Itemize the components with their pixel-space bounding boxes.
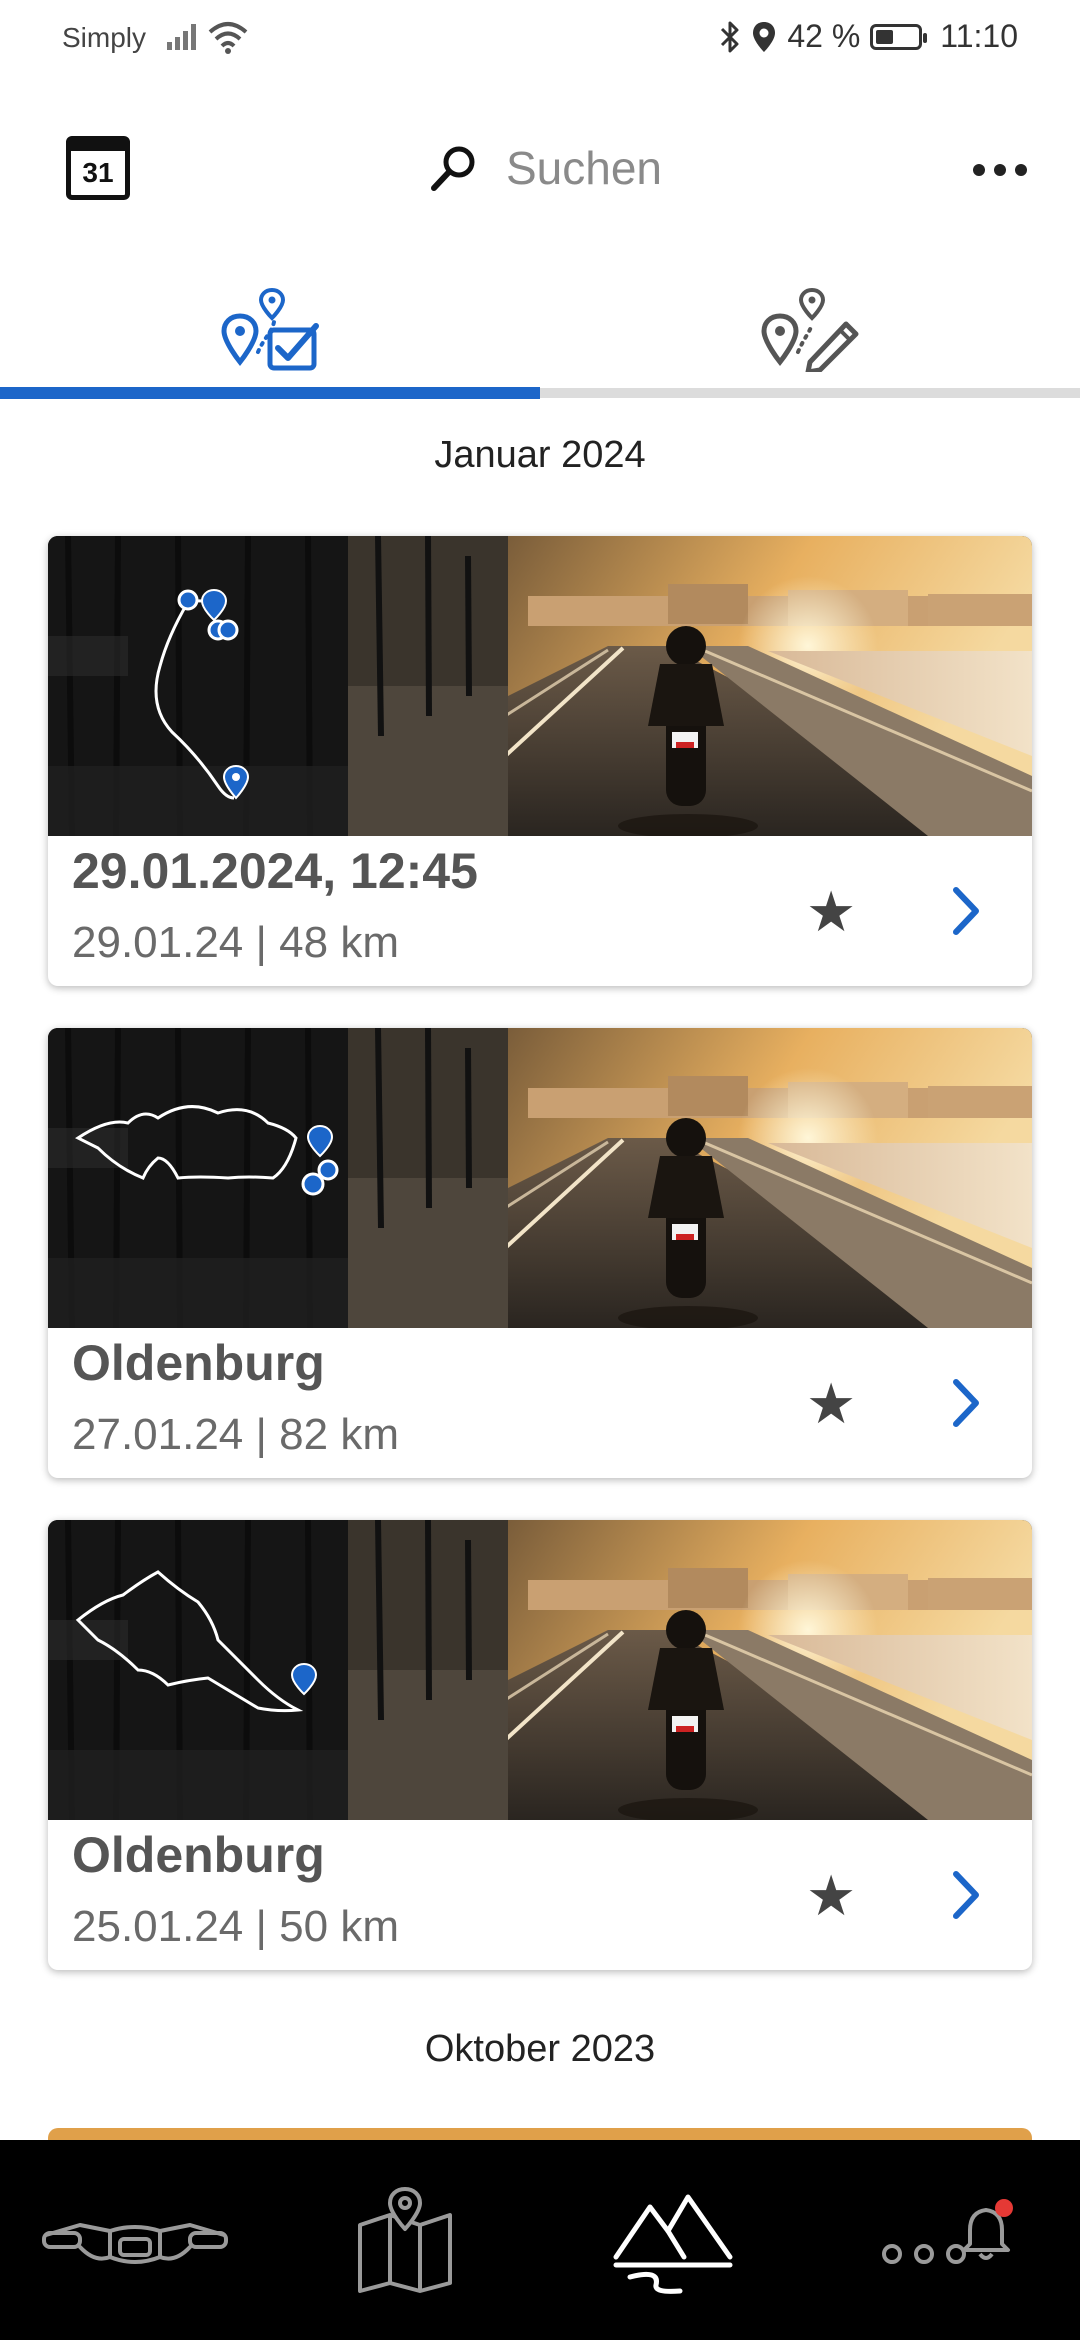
status-right: 42 % 11:10 bbox=[719, 18, 1018, 55]
section-title-month: Oktober 2023 bbox=[424, 2028, 656, 2070]
motorcycle-icon bbox=[42, 2223, 228, 2264]
ride-subtitle: 27.01.24 | 82 km bbox=[72, 1410, 399, 1459]
calendar-icon[interactable]: 31 bbox=[66, 136, 130, 200]
search-placeholder: Suchen bbox=[506, 142, 663, 194]
ride-card[interactable]: 29.01.2024, 12:45 29.01.24 | 48 km ★ bbox=[48, 536, 1032, 986]
tab-planned-routes[interactable] bbox=[540, 270, 1080, 390]
favorite-star-icon[interactable]: ★ bbox=[806, 1376, 856, 1432]
ride-subtitle: 29.01.24 | 48 km bbox=[72, 918, 399, 967]
carrier-name: Simply bbox=[62, 22, 147, 53]
recorded-routes-icon bbox=[221, 288, 319, 371]
search-icon bbox=[431, 146, 475, 191]
status-bar: Simply 42 % 11:10 bbox=[0, 0, 1080, 80]
bottom-navigation bbox=[0, 2140, 1080, 2340]
ride-title: 29.01.2024, 12:45 bbox=[72, 843, 478, 899]
location-icon bbox=[753, 21, 776, 52]
map-icon bbox=[358, 2187, 452, 2293]
ride-thumbnail bbox=[48, 536, 1032, 836]
tab-recorded-routes[interactable] bbox=[0, 270, 540, 390]
ride-card[interactable]: Oldenburg 27.01.24 | 82 km ★ bbox=[48, 1028, 1032, 1478]
more-notifications-icon bbox=[882, 2199, 1013, 2264]
search-field[interactable]: Suchen bbox=[428, 136, 662, 200]
calendar-day: 31 bbox=[82, 157, 114, 188]
favorite-star-icon[interactable]: ★ bbox=[806, 884, 856, 940]
route-tabs bbox=[0, 270, 1080, 400]
ride-title: Oldenburg bbox=[72, 1827, 325, 1883]
tab-underline-inactive bbox=[540, 388, 1080, 398]
dot-icon bbox=[994, 164, 1006, 176]
wifi-icon bbox=[208, 22, 248, 54]
mountain-routes-icon bbox=[613, 2194, 733, 2294]
tab-underline-active bbox=[0, 387, 540, 399]
signal-icon bbox=[167, 24, 196, 50]
ride-title: Oldenburg bbox=[72, 1335, 325, 1391]
battery-percent: 42 % bbox=[787, 18, 861, 54]
dot-icon bbox=[1015, 164, 1027, 176]
nav-map[interactable] bbox=[290, 2140, 520, 2340]
nav-routes[interactable] bbox=[560, 2140, 790, 2340]
ride-subtitle: 25.01.24 | 50 km bbox=[72, 1902, 399, 1951]
chevron-right-icon[interactable] bbox=[948, 1378, 984, 1428]
battery-icon bbox=[870, 23, 928, 50]
nav-motorcycle[interactable] bbox=[20, 2140, 250, 2340]
chevron-right-icon[interactable] bbox=[948, 1870, 984, 1920]
section-title-month: Januar 2024 bbox=[434, 434, 646, 476]
more-options-button[interactable] bbox=[960, 150, 1040, 190]
bluetooth-icon bbox=[721, 21, 739, 52]
clock: 11:10 bbox=[940, 18, 1018, 54]
favorite-star-icon[interactable]: ★ bbox=[806, 1868, 856, 1924]
ride-card[interactable]: Oldenburg 25.01.24 | 50 km ★ bbox=[48, 1520, 1032, 1970]
ride-thumbnail bbox=[48, 1028, 1032, 1328]
nav-more-notifications[interactable] bbox=[830, 2140, 1060, 2340]
app-bar: 31 Suchen bbox=[0, 110, 1080, 220]
planned-routes-icon bbox=[761, 288, 859, 372]
ride-thumbnail bbox=[48, 1520, 1032, 1820]
chevron-right-icon[interactable] bbox=[948, 886, 984, 936]
dot-icon bbox=[973, 164, 985, 176]
